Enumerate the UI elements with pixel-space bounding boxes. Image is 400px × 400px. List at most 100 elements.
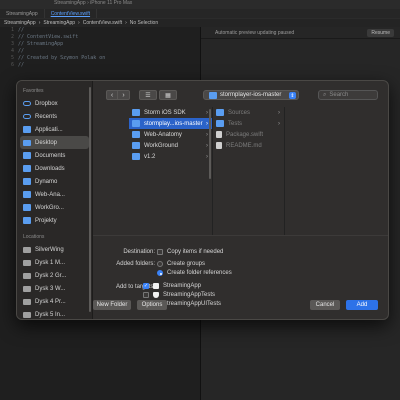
xcode-tab-bar: StreamingApp ContentView.swift — [0, 9, 400, 18]
path-popup-button[interactable]: stormplayer-ios-master ⇕ — [203, 90, 299, 100]
sidebar-item-dysk-4[interactable]: Dysk 4 Pr... — [17, 295, 92, 308]
app-target-icon — [153, 283, 159, 289]
sidebar-item-documents[interactable]: Documents — [17, 149, 92, 162]
item-label: Tests — [228, 120, 243, 127]
back-button[interactable]: ‹ — [106, 90, 118, 100]
line-number: 3 — [10, 41, 14, 47]
sidebar-item-workground[interactable]: WorkGro... — [17, 201, 92, 214]
resume-button[interactable]: Resume — [367, 28, 394, 37]
sidebar-item-dysk-2[interactable]: Dysk 2 Gr... — [17, 269, 92, 282]
favorites-section-label: Favorites — [23, 88, 44, 94]
list-item-selected[interactable]: stormplay...ios-master › — [129, 118, 212, 129]
cancel-button[interactable]: Cancel — [310, 300, 340, 310]
new-folder-button[interactable]: New Folder — [93, 300, 131, 310]
sidebar-item-recents[interactable]: Recents — [17, 110, 92, 123]
documents-icon — [23, 152, 31, 159]
sidebar-item-dysk-3[interactable]: Dysk 3 W... — [17, 282, 92, 295]
copy-items-checkbox[interactable] — [157, 249, 163, 255]
sidebar-item-label: Dynamo — [35, 178, 58, 185]
recents-icon — [23, 114, 31, 119]
target-checkbox[interactable] — [143, 292, 149, 298]
breadcrumb-item[interactable]: ContentView.swift — [83, 20, 122, 26]
add-options-panel: Destination: Copy items if needed Added … — [93, 235, 388, 295]
create-folder-refs-option[interactable]: Create folder references — [157, 270, 232, 276]
locations-section-label: Locations — [23, 234, 45, 240]
browser-column-3[interactable] — [285, 107, 388, 235]
downloads-icon — [23, 165, 31, 172]
folder-icon — [23, 204, 31, 211]
folder-icon — [23, 191, 31, 198]
browser-column-1[interactable]: Storm iOS SDK › stormplay...ios-master › W… — [129, 107, 213, 235]
create-groups-option[interactable]: Create groups — [157, 261, 205, 267]
target-streamingapptests[interactable]: StreamingAppTests — [143, 292, 215, 298]
line-number: 2 — [10, 34, 14, 40]
sidebar-item-dropbox[interactable]: Dropbox — [17, 97, 92, 110]
sidebar-item-label: Dysk 3 W... — [35, 285, 66, 292]
code-text: // — [18, 27, 25, 33]
item-label: README.md — [226, 142, 262, 149]
grid-view-icon[interactable]: ▦ — [159, 90, 177, 100]
list-item[interactable]: README.md — [213, 140, 284, 151]
breadcrumb-separator: › — [78, 20, 80, 26]
create-folder-refs-radio[interactable] — [157, 270, 163, 276]
drive-icon — [23, 311, 31, 318]
item-label: Web-Anatomy — [144, 131, 182, 138]
target-label: StreamingApp — [163, 283, 202, 289]
view-mode-buttons: ☰ ▦ — [139, 90, 177, 100]
code-line: 4 // — [0, 48, 200, 55]
breadcrumb-item[interactable]: No Selection — [130, 20, 158, 26]
sidebar-scrollbar[interactable] — [89, 87, 91, 312]
list-item[interactable]: Storm iOS SDK › — [129, 107, 212, 118]
sidebar-item-web-anatomy[interactable]: Web-Ana... — [17, 188, 92, 201]
sidebar-item-label: Desktop — [35, 139, 58, 146]
sidebar-item-dysk-1[interactable]: Dysk 1 M... — [17, 256, 92, 269]
breadcrumb-item[interactable]: StreamingApp — [4, 20, 36, 26]
dropbox-icon — [23, 101, 31, 106]
add-files-sheet: Favorites Dropbox Recents Applicati... D… — [16, 80, 389, 320]
chevron-right-icon: › — [278, 120, 280, 127]
search-placeholder: Search — [329, 92, 349, 98]
list-item[interactable]: Package.swift — [213, 129, 284, 140]
code-text: // StreamingApp — [18, 41, 64, 47]
options-button[interactable]: Options — [137, 300, 167, 310]
drive-icon — [23, 285, 31, 292]
sidebar-item-applications[interactable]: Applicati... — [17, 123, 92, 136]
chevron-right-icon: › — [206, 120, 208, 127]
list-item[interactable]: Sources › — [213, 107, 284, 118]
sidebar-item-label: Web-Ana... — [35, 191, 65, 198]
list-item[interactable]: WorkGround › — [129, 140, 212, 151]
drive-icon — [23, 272, 31, 279]
browser-column-2[interactable]: Sources › Tests › Package.swift README.md — [213, 107, 285, 235]
create-groups-radio[interactable] — [157, 261, 163, 267]
sidebar-item-label: Dysk 2 Gr... — [35, 272, 67, 279]
sidebar-item-silverwing[interactable]: SilverWing — [17, 243, 92, 256]
xcode-tab-contentview[interactable]: ContentView.swift — [45, 9, 98, 18]
folder-icon — [216, 120, 224, 127]
search-field[interactable]: ⌕ Search — [318, 90, 378, 100]
forward-button[interactable]: › — [118, 90, 130, 100]
list-item[interactable]: Tests › — [213, 118, 284, 129]
sidebar-item-desktop[interactable]: Desktop — [20, 136, 89, 149]
sidebar-item-dysk-5[interactable]: Dysk 5 In... — [17, 308, 92, 319]
list-item[interactable]: v1.2 › — [129, 151, 212, 162]
breadcrumb-item[interactable]: StreamingApp — [43, 20, 75, 26]
list-item[interactable]: Web-Anatomy › — [129, 129, 212, 140]
target-streamingapp[interactable]: ✓ StreamingApp — [143, 283, 201, 289]
sidebar-item-label: SilverWing — [35, 246, 64, 253]
target-checkbox[interactable]: ✓ — [143, 283, 149, 289]
xcode-tab-project[interactable]: StreamingApp — [0, 9, 45, 18]
sidebar-item-downloads[interactable]: Downloads — [17, 162, 92, 175]
path-popup-label: stormplayer-ios-master — [220, 92, 282, 98]
sidebar-item-projekty[interactable]: Projekty — [17, 214, 92, 227]
column-scrollbar[interactable] — [209, 109, 211, 179]
add-button[interactable]: Add — [346, 300, 378, 310]
copy-items-option[interactable]: Copy items if needed — [157, 249, 223, 255]
folder-icon — [216, 109, 224, 116]
code-text: // Created by Szymon Polak on — [18, 55, 106, 61]
line-number: 5 — [10, 55, 14, 61]
columns-view-icon[interactable]: ☰ — [139, 90, 157, 100]
xcode-window-title: StreamingApp › iPhone 11 Pro Max — [54, 0, 133, 6]
sidebar-item-label: Dysk 1 M... — [35, 259, 66, 266]
sidebar-item-dynamo[interactable]: Dynamo — [17, 175, 92, 188]
folder-icon — [132, 153, 140, 160]
